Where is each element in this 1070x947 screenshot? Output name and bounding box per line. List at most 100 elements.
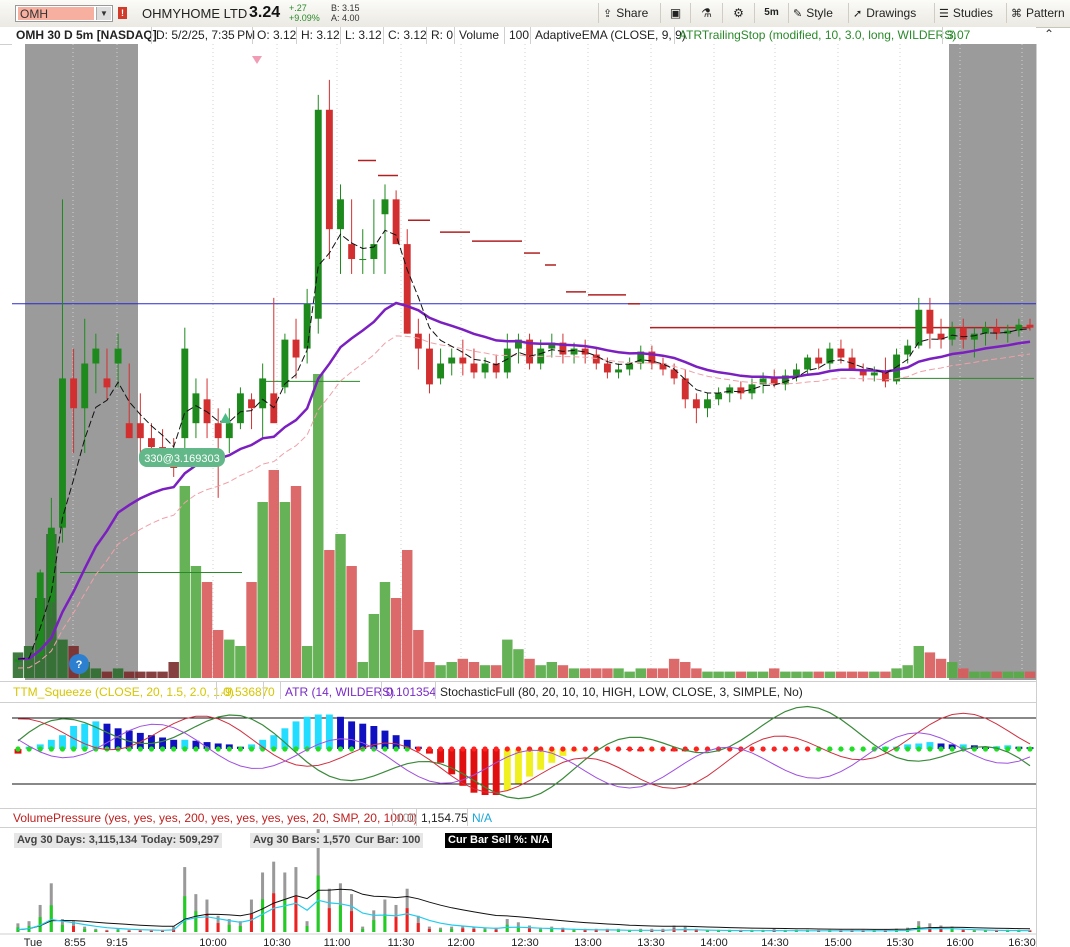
volume-bar [579, 668, 591, 678]
squeeze-dot [82, 746, 88, 752]
volume-bar [791, 671, 802, 678]
candle-body [815, 357, 823, 364]
vp-pressure-bar [249, 914, 253, 932]
volume-bar [713, 671, 724, 678]
squeeze-histogram-bar [448, 749, 456, 775]
vp-pressure-bar [305, 926, 309, 932]
squeeze-histogram-bar [348, 721, 356, 749]
atr-label[interactable]: ATR (14, WILDERS) [285, 685, 394, 700]
volume-bar [279, 502, 291, 678]
volume-bar [824, 671, 836, 678]
vp-pressure-bar [416, 923, 420, 932]
vp-value-2: 1,154.75 [421, 811, 468, 825]
vp-pressure-bar [194, 911, 198, 932]
squeeze-dot [15, 746, 21, 752]
volume-bar [57, 639, 68, 678]
squeeze-histogram-bar [537, 749, 545, 770]
vp-pressure-bar [950, 929, 954, 932]
candle-body [481, 363, 489, 373]
candle-body [615, 369, 622, 373]
volume-bar [168, 662, 179, 678]
vp-pressure-bar [283, 899, 287, 932]
volume-bar [602, 668, 613, 678]
volume-bar [301, 646, 313, 678]
volume-bar [568, 668, 580, 678]
volume-bar [235, 646, 246, 678]
candle-body [804, 357, 812, 370]
volume-bar [846, 671, 858, 678]
candle-body [136, 423, 144, 439]
squeeze-dot [148, 746, 155, 752]
vp-pressure-bar [261, 899, 265, 932]
volume-bar [123, 671, 135, 678]
price-axis[interactable] [1036, 44, 1070, 947]
vp-pressure-bar [138, 930, 142, 932]
vp-value-1: 100 [396, 811, 417, 825]
volume-bar [524, 658, 535, 678]
ttm-squeeze-label[interactable]: TTM_Squeeze (CLOSE, 20, 1.5, 2.0, 1.0) [13, 685, 234, 700]
candle-body [837, 348, 845, 358]
candle-body [225, 423, 233, 439]
vp-pressure-bar [494, 929, 498, 932]
vp-pressure-bar [94, 930, 98, 932]
squeeze-histogram-bar [381, 730, 389, 749]
volume-bar [146, 671, 157, 678]
volume-bar [591, 668, 602, 678]
volume-bar [891, 668, 902, 678]
volume-bar [446, 662, 457, 678]
squeeze-dot [159, 746, 166, 752]
time-axis-label: 15:00 [824, 937, 852, 947]
squeeze-dot [193, 746, 199, 752]
candle-body [125, 423, 133, 439]
stochastic-label[interactable]: StochasticFull (80, 20, 10, 10, HIGH, LO… [440, 685, 803, 700]
volume-bar [402, 550, 413, 678]
volume-bar [1013, 671, 1025, 678]
vp-pressure-bar [527, 928, 531, 932]
volume-bar [513, 649, 524, 678]
squeeze-dot [571, 746, 577, 752]
volume-bar [746, 671, 758, 678]
squeeze-dot [48, 746, 54, 752]
avg-30-days: Avg 30 Days: 3,115,134 [14, 833, 141, 848]
candle-body [793, 369, 800, 376]
squeeze-dot [182, 746, 188, 752]
squeeze-dot [271, 746, 277, 752]
candle-body [726, 387, 734, 394]
squeeze-dot [493, 746, 499, 752]
volume-bar [780, 671, 791, 678]
volume-bar [390, 598, 402, 678]
vp-pressure-bar [694, 930, 698, 932]
squeeze-histogram-bar [303, 716, 311, 749]
vp-pressure-bar [583, 930, 587, 932]
volume-bar [680, 662, 691, 678]
squeeze-dot [215, 746, 221, 752]
candle-body [692, 399, 700, 409]
candle-body [570, 348, 578, 355]
volume-bar [613, 668, 624, 678]
candle-body [737, 387, 745, 394]
candle-body [181, 348, 189, 439]
squeeze-dot [226, 746, 232, 752]
volume-pressure-label[interactable]: VolumePressure (yes, yes, yes, 200, yes,… [13, 811, 418, 826]
candle-body [348, 244, 356, 260]
vp-pressure-bar [438, 929, 442, 932]
study-header: TTM_Squeeze (CLOSE, 20, 1.5, 2.0, 1.0) -… [0, 681, 1036, 703]
candle-body [81, 363, 89, 409]
squeeze-dot [938, 746, 944, 752]
volume-bar [691, 668, 702, 678]
squeeze-dot [849, 746, 855, 752]
vp-pressure-bar [628, 930, 632, 932]
squeeze-dot [504, 746, 510, 752]
volume-bar [702, 671, 713, 678]
candle-body [437, 363, 445, 379]
chart-canvas[interactable]: 330@3.169303?43.93.83.73.63.53.43.33.23.… [0, 0, 1070, 947]
candle-body [192, 393, 200, 424]
volume-bar [201, 582, 213, 678]
volume-bar [1002, 671, 1013, 678]
candle-body [114, 348, 122, 364]
time-axis-label: 14:00 [700, 937, 728, 947]
squeeze-dot [71, 746, 77, 752]
squeeze-dot [649, 746, 655, 752]
candle-body [948, 327, 956, 340]
squeeze-dot [560, 746, 566, 752]
